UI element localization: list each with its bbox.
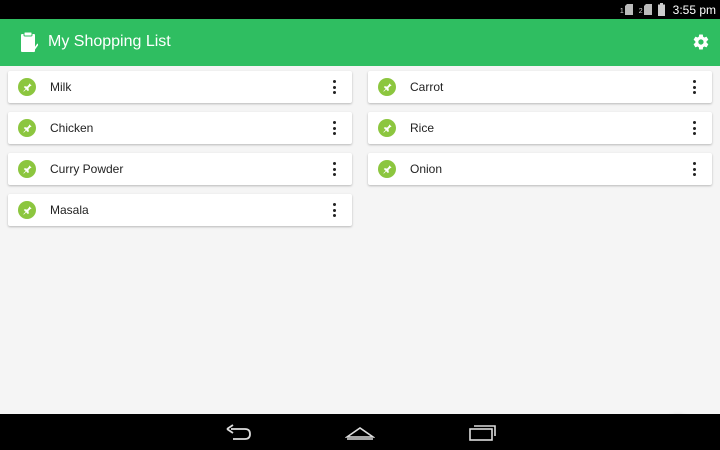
item-label: Rice [410,121,435,135]
pin-icon[interactable] [18,119,36,137]
status-bar: 1 2 3:55 pm [0,0,720,19]
home-icon[interactable] [345,422,375,442]
gear-icon[interactable] [692,33,710,51]
list-item[interactable]: Onion [368,153,712,185]
sim1-label: 1 [619,8,624,15]
more-vert-icon[interactable] [330,161,338,177]
more-vert-icon[interactable] [690,120,698,136]
recent-apps-icon[interactable] [467,422,497,442]
status-time: 3:55 pm [672,2,716,17]
list-item[interactable]: Milk [8,71,352,103]
item-label: Curry Powder [50,162,124,176]
pin-icon[interactable] [18,201,36,219]
system-nav-bar [0,414,720,450]
pin-icon[interactable] [378,119,396,137]
pin-icon[interactable] [18,160,36,178]
item-label: Masala [50,203,89,217]
page-title: My Shopping List [48,33,171,50]
more-vert-icon[interactable] [330,120,338,136]
clipboard-icon [21,31,38,53]
more-vert-icon[interactable] [330,79,338,95]
list-item[interactable]: Carrot [368,71,712,103]
pin-icon[interactable] [378,160,396,178]
sim1-indicator: 1 [620,4,633,15]
item-label: Carrot [410,80,444,94]
list-column-right: Carrot Rice Onion [368,71,712,194]
more-vert-icon[interactable] [690,161,698,177]
item-label: Milk [50,80,72,94]
pin-icon[interactable] [378,78,396,96]
sim2-label: 2 [638,8,643,15]
pin-icon[interactable] [18,78,36,96]
list-item[interactable]: Rice [368,112,712,144]
shopping-list: Milk Chicken Curry Powder Masala Carrot … [0,66,720,450]
battery-icon [657,3,665,16]
item-label: Chicken [50,121,94,135]
back-icon[interactable] [225,422,253,442]
sim-card-icon [624,4,633,15]
list-item[interactable]: Masala [8,194,352,226]
list-item[interactable]: Curry Powder [8,153,352,185]
more-vert-icon[interactable] [690,79,698,95]
more-vert-icon[interactable] [330,202,338,218]
app-bar: My Shopping List [0,19,720,66]
list-column-left: Milk Chicken Curry Powder Masala [8,71,352,235]
sim-card-icon [643,4,652,15]
sim2-indicator: 2 [639,4,652,15]
item-label: Onion [410,162,443,176]
list-item[interactable]: Chicken [8,112,352,144]
